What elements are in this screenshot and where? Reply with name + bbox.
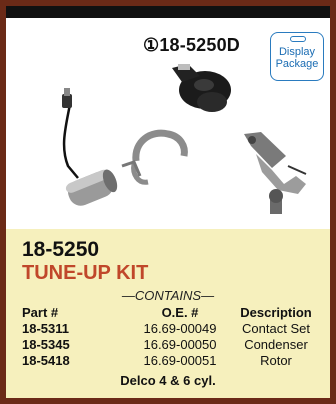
part-cell: 18-5418 [22,353,70,368]
oe-cell: 16.69-00050 [143,337,217,352]
oe-cell: 16.69-00049 [143,321,217,336]
column-header-oe: O.E. # [161,305,199,320]
contact-set-image [244,132,307,214]
part-cell: 18-5311 [22,321,69,336]
part-cell: 18-5345 [22,337,70,352]
product-card: ①18-5250D Display Package 18-5250 TUNE-U… [6,6,330,398]
badge-line-1: Display [278,46,316,58]
table-row: 18-5418 16.69-00051 Rotor [6,353,330,369]
condenser-image [62,88,118,206]
clip-image [121,129,188,185]
column-header-description: Description [240,305,312,320]
table-header: Part # O.E. # Description [6,305,330,321]
table-row: 18-5311 16.69-00049 Contact Set [6,321,330,337]
kit-title: TUNE-UP KIT [22,262,149,284]
hang-tab-icon [290,36,306,42]
application-note: Delco 4 & 6 cyl. [120,373,216,388]
display-package-badge: Display Package [270,32,324,81]
description-cell: Condenser [244,337,308,352]
description-cell: Contact Set [242,321,310,336]
column-header-part: Part # [22,305,59,320]
badge-line-2: Package [275,58,319,70]
oe-cell: 16.69-00051 [143,353,217,368]
catalog-number: ①18-5250D [143,35,240,55]
rotor-image [172,64,231,112]
contains-label: —CONTAINS— [121,288,215,303]
description-cell: Rotor [260,353,292,368]
product-photo: ①18-5250D Display Package [6,6,330,229]
table-row: 18-5345 16.69-00050 Condenser [6,337,330,353]
kit-part-number: 18-5250 [22,238,100,261]
